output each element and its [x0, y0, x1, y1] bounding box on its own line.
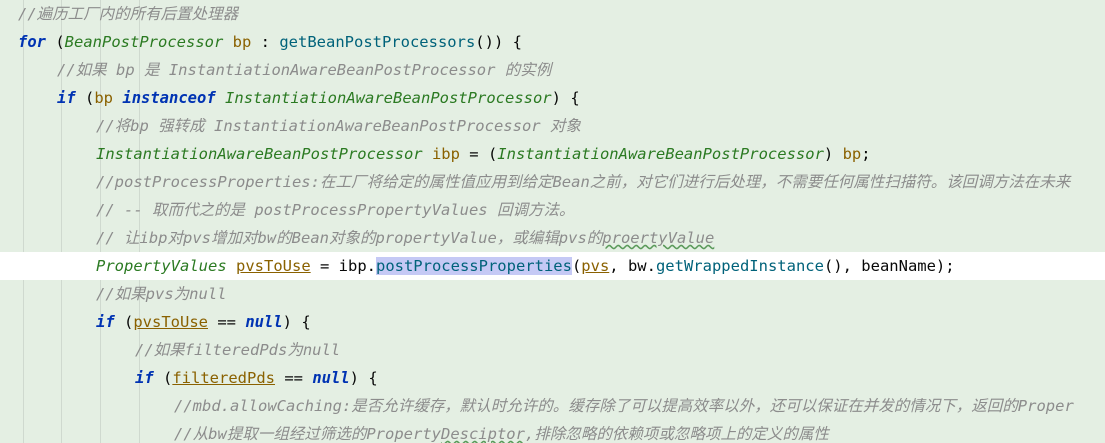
code-line[interactable]: //从bw提取一组经过筛选的PropertyDesciptor,排除忽略的依赖项… [0, 420, 1105, 443]
code-line[interactable]: // 让ibp对pvs增加对bw的Bean对象的propertyValue，或编… [0, 224, 1105, 252]
keyword-if: if [96, 313, 115, 331]
keyword-instanceof: instanceof [122, 89, 216, 107]
punctuation: ; [861, 145, 871, 163]
code-line-current[interactable]: PropertyValues pvsToUse = ibp.postProces… [0, 252, 1105, 280]
punctuation: : [251, 33, 280, 51]
punctuation: ) { [349, 369, 378, 387]
punctuation: = [310, 257, 339, 275]
method-call: getWrappedInstance [655, 257, 824, 275]
code-comment: ,排除忽略的依赖项或忽略项上的定义的属性 [524, 425, 829, 443]
selected-method[interactable]: postProcessProperties [375, 257, 572, 275]
punctuation: , bw. [609, 257, 656, 275]
punctuation: ( [75, 89, 95, 107]
code-line[interactable]: //如果filteredPds为null [0, 336, 1105, 364]
code-comment: //将bp 强转成 InstantiationAwareBeanPostProc… [96, 117, 581, 135]
operator: == [208, 313, 246, 331]
variable-ibp: ibp. [338, 257, 376, 275]
variable-pvs: pvs [581, 257, 610, 275]
code-comment: //从bw提取一组经过筛选的Property [174, 425, 441, 443]
typo-word: proertyValue [602, 229, 715, 247]
code-line[interactable]: //如果 bp 是 InstantiationAwareBeanPostProc… [0, 56, 1105, 84]
punctuation: ( [114, 313, 134, 331]
variable-pvsToUse: pvsToUse [236, 257, 311, 275]
variable-ibp: ibp [431, 145, 460, 163]
code-line[interactable]: // -- 取而代之的是 postProcessPropertyValues 回… [0, 196, 1105, 224]
punctuation: (), beanName); [823, 257, 955, 275]
variable-bp: bp [232, 33, 252, 51]
keyword-if: if [57, 89, 76, 107]
type-name: PropertyValues [96, 257, 227, 275]
code-comment: // -- 取而代之的是 postProcessPropertyValues 回… [96, 201, 575, 219]
code-comment: //mbd.allowCaching:是否允许缓存，默认时允许的。缓存除了可以提… [174, 397, 1074, 415]
variable-pvsToUse: pvsToUse [133, 313, 208, 331]
code-line[interactable]: if (bp instanceof InstantiationAwareBean… [0, 84, 1105, 112]
code-line[interactable]: for (BeanPostProcessor bp : getBeanPostP… [0, 28, 1105, 56]
punctuation: = ( [459, 145, 498, 163]
type-name: BeanPostProcessor [64, 33, 224, 51]
punctuation: ( [46, 33, 65, 51]
variable-bp: bp [94, 89, 114, 107]
code-line[interactable]: //如果pvs为null [0, 280, 1105, 308]
variable-bp: bp [842, 145, 862, 163]
code-comment: //如果filteredPds为null [135, 341, 341, 359]
code-comment: //postProcessProperties:在工厂将给定的属性值应用到给定B… [96, 173, 1071, 191]
keyword-null: null [245, 313, 283, 331]
punctuation: ( [153, 369, 173, 387]
code-line[interactable]: //mbd.allowCaching:是否允许缓存，默认时允许的。缓存除了可以提… [0, 392, 1105, 420]
code-line[interactable]: InstantiationAwareBeanPostProcessor ibp … [0, 140, 1105, 168]
method-call: getBeanPostProcessors [279, 33, 476, 51]
code-comment: //如果 bp 是 InstantiationAwareBeanPostProc… [57, 61, 552, 79]
code-line[interactable]: if (filteredPds == null) { [0, 364, 1105, 392]
type-name: InstantiationAwareBeanPostProcessor [96, 145, 423, 163]
code-comment: //如果pvs为null [96, 285, 227, 303]
code-line[interactable]: if (pvsToUse == null) { [0, 308, 1105, 336]
punctuation: ) { [282, 313, 311, 331]
operator: == [275, 369, 313, 387]
code-line[interactable]: //postProcessProperties:在工厂将给定的属性值应用到给定B… [0, 168, 1105, 196]
punctuation: ) { [551, 89, 580, 107]
code-line[interactable]: //遍历工厂内的所有后置处理器 [0, 0, 1105, 28]
punctuation: ()) { [475, 33, 522, 51]
code-line[interactable]: //将bp 强转成 InstantiationAwareBeanPostProc… [0, 112, 1105, 140]
keyword-null: null [312, 369, 350, 387]
typo-word: Desciptor [440, 425, 525, 443]
code-editor[interactable]: //遍历工厂内的所有后置处理器 for (BeanPostProcessor b… [0, 0, 1105, 443]
punctuation: ( [571, 257, 582, 275]
keyword-for: for [18, 33, 46, 51]
type-name: InstantiationAwareBeanPostProcessor [225, 89, 552, 107]
variable-filteredPds: filteredPds [172, 369, 275, 387]
keyword-if: if [135, 369, 154, 387]
code-comment: // 让ibp对pvs增加对bw的Bean对象的propertyValue，或编… [96, 229, 603, 247]
code-comment: //遍历工厂内的所有后置处理器 [18, 5, 239, 23]
type-name: InstantiationAwareBeanPostProcessor [497, 145, 824, 163]
punctuation: ) [823, 145, 843, 163]
